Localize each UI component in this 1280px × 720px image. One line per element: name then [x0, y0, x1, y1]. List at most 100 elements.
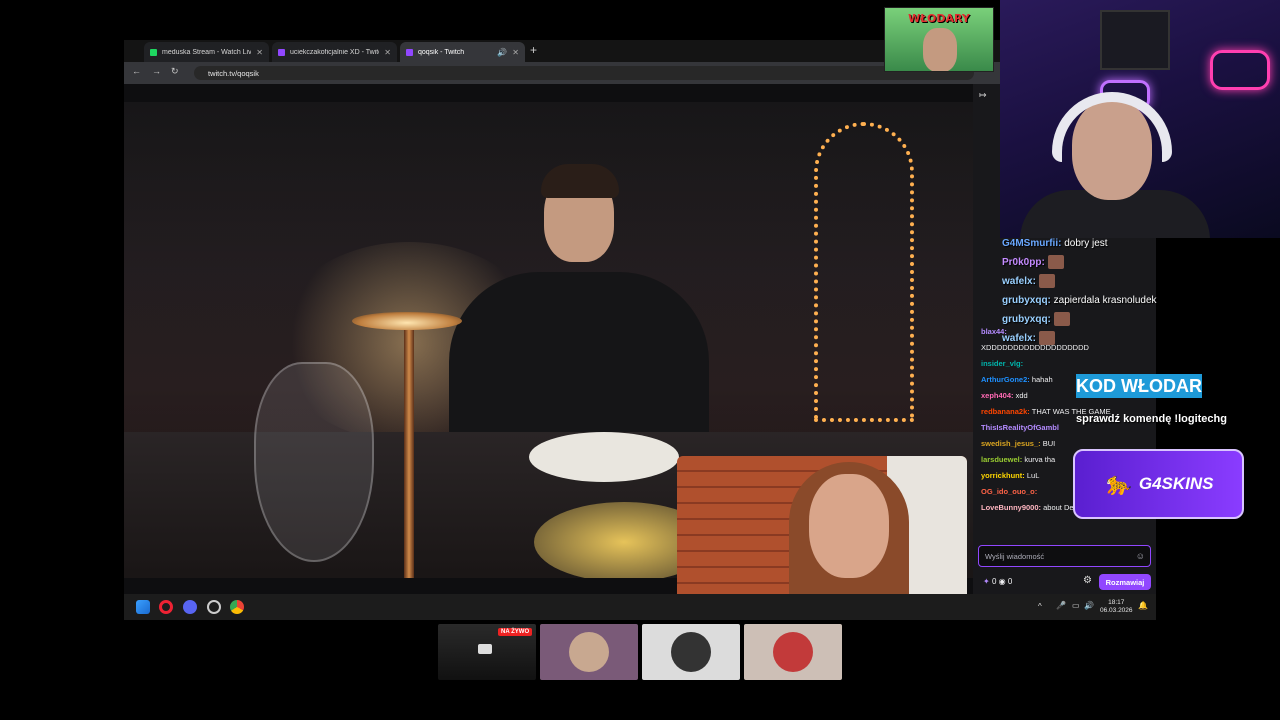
- chat-text: LuL: [1026, 471, 1040, 480]
- lamp-stem: [404, 328, 414, 578]
- discord-icon[interactable]: [183, 600, 197, 614]
- emote-icon: [1038, 274, 1055, 289]
- reload-icon[interactable]: ↻: [171, 66, 179, 77]
- microphone-icon[interactable]: 🎤: [1056, 601, 1066, 610]
- panther-logo-icon: 🐆: [1103, 471, 1131, 496]
- overlay-text: dobry jest: [1064, 238, 1108, 249]
- avatar: [773, 632, 813, 672]
- clock-time: 18:17: [1108, 599, 1125, 606]
- obs-icon[interactable]: [207, 600, 221, 614]
- overlay-text: zapierdala krasnoludek: [1053, 295, 1157, 306]
- person-hair: [541, 164, 619, 198]
- close-tab-icon[interactable]: ✕: [512, 48, 519, 57]
- notifications-icon[interactable]: 🔔: [1138, 601, 1148, 610]
- kod-banner: KOD WŁODAR: [1076, 374, 1202, 398]
- chat-username[interactable]: OG_ido_ouo_o:: [981, 487, 1037, 496]
- vinyl-frame: [1100, 10, 1170, 70]
- tab-qoqsik[interactable]: qoqsik - Twitch 🔊 ✕: [400, 42, 525, 62]
- forward-icon[interactable]: →: [152, 66, 161, 76]
- streamer-person: [429, 162, 729, 472]
- chat-send-button[interactable]: Rozmawiaj: [1099, 574, 1151, 590]
- taskbar-clock[interactable]: 18:17 06.03.2026: [1100, 599, 1133, 615]
- points-icon: ✦: [983, 577, 990, 586]
- overlay-chat-message: G4MSmurfii: dobry jest: [1002, 234, 1108, 253]
- guest-face: [809, 474, 889, 578]
- tab-meduska[interactable]: meduska Stream - Watch Live o ✕: [144, 42, 269, 62]
- overlay-username: grubyxqq:: [1002, 295, 1051, 306]
- twitch-icon: [406, 48, 413, 56]
- headset: [1052, 92, 1172, 162]
- overlay-chat-message: grubyxqq:: [1002, 310, 1070, 329]
- speaker-icon[interactable]: 🔊: [497, 48, 507, 57]
- emote-icon: [1053, 312, 1070, 327]
- overlay-chat-message: wafelx:: [1002, 329, 1055, 348]
- channel-points[interactable]: ✦ 0 ◉ 0: [983, 577, 1012, 586]
- points-value: 0: [991, 577, 997, 586]
- neon-sign: [1210, 50, 1270, 90]
- chat-message: insider_vlg:: [981, 358, 1151, 370]
- chat-text: BUI: [1042, 439, 1056, 448]
- overlay-username: G4MSmurfii:: [1002, 238, 1062, 249]
- overlay-username: wafelx:: [1002, 333, 1036, 344]
- poster-text: WŁODARY: [908, 12, 970, 25]
- lit-arch: [814, 122, 914, 422]
- lamp-shade: [352, 312, 462, 330]
- plate: [529, 432, 679, 482]
- chat-username[interactable]: redbanana2k:: [981, 407, 1030, 416]
- chat-text: kurva tha: [1024, 455, 1056, 464]
- chrome-icon[interactable]: [230, 600, 244, 614]
- overlay-username: wafelx:: [1002, 276, 1036, 287]
- overlay-chat-message: Pr0k0pp:: [1002, 253, 1064, 272]
- chat-input[interactable]: Wyślij wiadomość ☺: [978, 545, 1151, 567]
- twitch-icon: [278, 48, 285, 56]
- close-tab-icon[interactable]: ✕: [256, 48, 263, 57]
- close-tab-icon[interactable]: ✕: [384, 48, 391, 57]
- chat-username[interactable]: larsduewel:: [981, 455, 1022, 464]
- clock-date: 06.03.2026: [1100, 607, 1133, 614]
- address-bar[interactable]: twitch.tv/qoqsik: [194, 66, 974, 80]
- tray-chevron-icon[interactable]: ^: [1038, 602, 1042, 611]
- chat-username[interactable]: ThisIsRealityOfGambl: [981, 423, 1059, 432]
- chat-username[interactable]: swedish_jesus_:: [981, 439, 1041, 448]
- tab-uciekczak[interactable]: uciekczakoficjalnie XD - Twitch ✕: [272, 42, 397, 62]
- network-icon[interactable]: ▭: [1072, 601, 1080, 610]
- participant-tile[interactable]: [540, 624, 638, 680]
- chat-text: xdd: [1015, 391, 1028, 400]
- emote-picker-icon[interactable]: ☺: [1136, 551, 1145, 561]
- chat-username[interactable]: ArthurGone2:: [981, 375, 1030, 384]
- settings-gear-icon[interactable]: ⚙: [1083, 575, 1092, 586]
- opera-icon[interactable]: [159, 600, 173, 614]
- emote-icon: [1038, 331, 1055, 346]
- g4skins-sponsor: 🐆 G4SKINS: [1073, 449, 1244, 519]
- chat-username[interactable]: xeph404:: [981, 391, 1014, 400]
- participant-tile[interactable]: [642, 624, 740, 680]
- volume-icon[interactable]: 🔊: [1084, 601, 1094, 610]
- chat-username[interactable]: LoveBunny9000:: [981, 503, 1041, 512]
- live-badge: NA ŻYWO: [498, 628, 533, 636]
- overlay-chat-message: wafelx:: [1002, 272, 1055, 291]
- collapse-chat-icon[interactable]: ↦: [979, 90, 987, 101]
- tab-title: uciekczakoficjalnie XD - Twitch: [290, 48, 380, 56]
- windows-start-icon[interactable]: [136, 600, 150, 614]
- participant-tile[interactable]: NA ŻYWO: [438, 624, 536, 680]
- new-tab-button[interactable]: +: [530, 43, 537, 57]
- back-icon[interactable]: ←: [132, 66, 141, 76]
- windows-taskbar: ^ 🎤 ▭ 🔊 18:17 06.03.2026 🔔: [124, 594, 1156, 620]
- wlodary-poster: WŁODARY: [884, 7, 994, 72]
- overlay-username: grubyxqq:: [1002, 314, 1051, 325]
- avatar: [569, 632, 609, 672]
- chat-username[interactable]: insider_vlg:: [981, 359, 1023, 368]
- sponsor-name: G4SKINS: [1138, 474, 1214, 493]
- tab-title: qoqsik - Twitch: [418, 48, 465, 56]
- streamer-facecam: [1000, 0, 1280, 238]
- overlay-chat-message: grubyxqq: zapierdala krasnoludek: [1002, 291, 1157, 310]
- kick-icon: [150, 48, 157, 56]
- url-text: twitch.tv/qoqsik: [208, 68, 259, 78]
- chat-username[interactable]: yorrickhunt:: [981, 471, 1025, 480]
- wine-glass: [254, 362, 374, 562]
- participant-tile[interactable]: [744, 624, 842, 680]
- chat-text: hahah: [1031, 375, 1053, 384]
- tab-title: meduska Stream - Watch Live o: [162, 48, 252, 56]
- avatar: [671, 632, 711, 672]
- bits-icon: ◉: [998, 577, 1006, 586]
